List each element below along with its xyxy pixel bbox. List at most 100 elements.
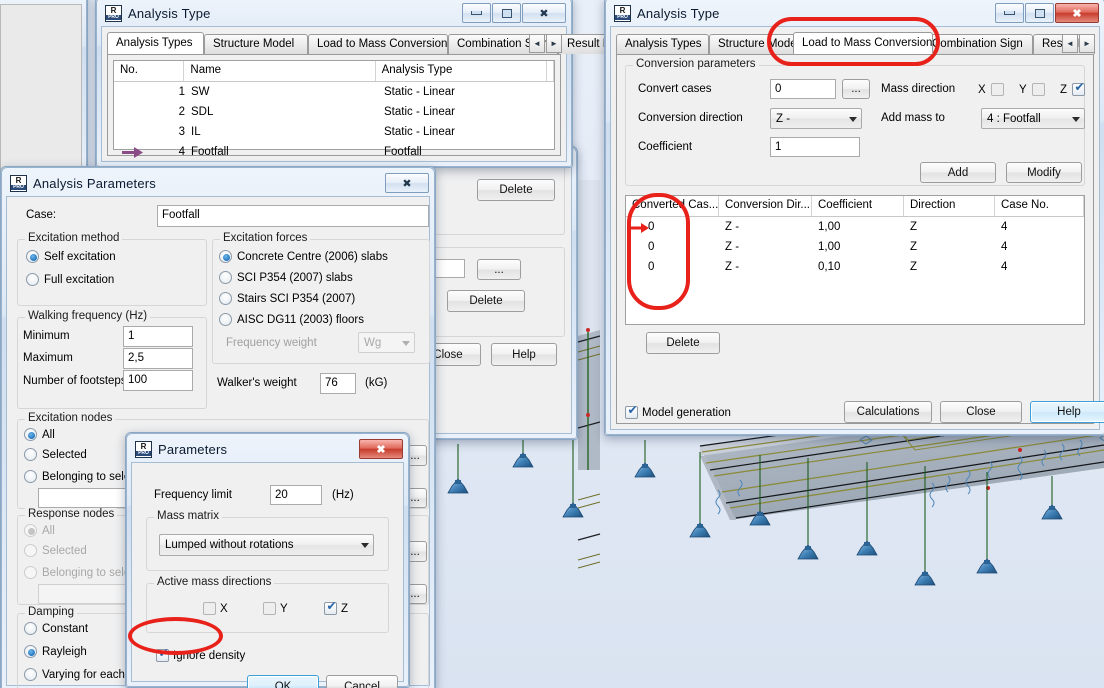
radio-dot bbox=[24, 566, 37, 579]
tab-scroll-left-button[interactable]: ◄ bbox=[529, 34, 545, 53]
tab-load-to-mass-conversion[interactable]: Load to Mass Conversion bbox=[793, 32, 933, 54]
tab-combination-sign[interactable]: Combination Sign bbox=[923, 34, 1033, 54]
minimize-button[interactable] bbox=[462, 3, 491, 23]
maximize-button[interactable] bbox=[1025, 3, 1054, 23]
frequency-limit-input[interactable]: 20 bbox=[270, 485, 322, 505]
hidden-dialog-behind: Delete ... Delete Close Help bbox=[285, 146, 578, 440]
table-row[interactable]: 0 Z - 1,00 Z 4 bbox=[626, 217, 1084, 237]
cell-converted-case: 0 bbox=[648, 261, 655, 273]
number-of-footsteps-input[interactable]: 100 bbox=[123, 370, 193, 391]
tab-analysis-types[interactable]: Analysis Types bbox=[616, 34, 709, 54]
radio-excitation-nodes-all[interactable]: All bbox=[24, 428, 55, 441]
minimize-button[interactable] bbox=[995, 3, 1024, 23]
help-button[interactable]: Help bbox=[1030, 401, 1104, 423]
minimum-input[interactable]: 1 bbox=[123, 326, 193, 347]
tab-label: Analysis Types bbox=[625, 38, 702, 50]
tab-scroll-right-button[interactable]: ► bbox=[1079, 34, 1095, 53]
column-analysis-type[interactable]: Analysis Type bbox=[376, 61, 548, 81]
radio-self-excitation[interactable]: Self excitation bbox=[26, 250, 116, 263]
close-button[interactable]: ✖ bbox=[385, 173, 429, 193]
radio-damping-rayleigh[interactable]: Rayleigh bbox=[24, 645, 87, 658]
excitation-forces-legend: Excitation forces bbox=[220, 232, 311, 244]
radio-concrete-centre-2006-slabs[interactable]: Concrete Centre (2006) slabs bbox=[219, 250, 388, 263]
frequency-weight-select[interactable]: Wg bbox=[358, 332, 415, 353]
column-direction[interactable]: Direction bbox=[904, 196, 995, 216]
analysis-type-window-back[interactable]: R PRO Analysis Type ✖ Analysis Types Stru… bbox=[95, 0, 624, 168]
maximize-button[interactable] bbox=[492, 3, 521, 23]
tab-scroll-left-button[interactable]: ◄ bbox=[1062, 34, 1078, 53]
checkbox-box bbox=[1031, 83, 1045, 96]
hidden-delete-button-1[interactable]: Delete bbox=[477, 179, 555, 201]
close-button[interactable]: ✖ bbox=[359, 439, 403, 459]
titlebar-analysis-type-front[interactable]: R PRO Analysis Type ✖ bbox=[610, 1, 1100, 25]
hidden-help-button[interactable]: Help bbox=[491, 343, 557, 366]
active-mass-x-checkbox[interactable]: X bbox=[203, 602, 228, 615]
close-button[interactable]: ✖ bbox=[522, 3, 566, 23]
radio-label: Concrete Centre (2006) slabs bbox=[237, 250, 388, 263]
walkers-weight-input[interactable]: 76 bbox=[320, 373, 356, 394]
hidden-browse-button[interactable]: ... bbox=[477, 259, 521, 280]
radio-full-excitation[interactable]: Full excitation bbox=[26, 273, 114, 286]
table-row[interactable]: 3 IL Static - Linear bbox=[114, 122, 554, 142]
close-button-bottom[interactable]: Close bbox=[940, 401, 1022, 423]
analysis-type-window-front[interactable]: R PRO Analysis Type ✖ Analysis Types Stru… bbox=[604, 0, 1104, 436]
tab-load-to-mass-conversion[interactable]: Load to Mass Conversion bbox=[308, 34, 448, 54]
mass-direction-y-checkbox[interactable]: Y bbox=[1019, 83, 1045, 96]
ok-button[interactable]: OK bbox=[247, 675, 319, 688]
cell-name: IL bbox=[191, 126, 201, 138]
close-button[interactable]: ✖ bbox=[1055, 3, 1099, 23]
radio-aisc-dg11-2003-floors[interactable]: AISC DG11 (2003) floors bbox=[219, 313, 364, 326]
titlebar-analysis-parameters[interactable]: R PRO Analysis Parameters ✖ bbox=[6, 171, 430, 195]
tab-structure-model[interactable]: Structure Model bbox=[204, 34, 308, 54]
maximum-input[interactable]: 2,5 bbox=[123, 348, 193, 369]
column-conversion-direction[interactable]: Conversion Dir... bbox=[719, 196, 812, 216]
cell-conversion-direction: Z - bbox=[725, 221, 740, 233]
table-row[interactable]: 1 SW Static - Linear bbox=[114, 82, 554, 102]
column-spacer bbox=[547, 61, 555, 81]
tab-analysis-types[interactable]: Analysis Types bbox=[107, 32, 204, 54]
delete-button[interactable]: Delete bbox=[646, 332, 720, 354]
column-converted-case[interactable]: Converted Cas... bbox=[626, 196, 719, 216]
column-case-no[interactable]: Case No. bbox=[995, 196, 1084, 216]
modify-button[interactable]: Modify bbox=[1006, 162, 1082, 183]
table-row[interactable]: 0 Z - 0,10 Z 4 bbox=[626, 257, 1084, 277]
add-button[interactable]: Add bbox=[920, 162, 996, 183]
mass-direction-z-checkbox[interactable]: Z bbox=[1060, 81, 1086, 96]
ignore-density-checkbox[interactable]: Ignore density bbox=[156, 647, 245, 662]
analysis-types-grid[interactable]: No. Name Analysis Type 1 SW Static - Lin… bbox=[113, 60, 555, 158]
radio-dot bbox=[24, 622, 37, 635]
radio-response-nodes-selected[interactable]: Selected bbox=[24, 544, 87, 557]
radio-damping-constant[interactable]: Constant bbox=[24, 622, 88, 635]
calculations-button[interactable]: Calculations bbox=[844, 401, 932, 423]
coefficient-input[interactable]: 1 bbox=[770, 137, 860, 157]
active-mass-z-checkbox[interactable]: Z bbox=[324, 600, 348, 615]
conversion-direction-select[interactable]: Z - bbox=[770, 108, 862, 129]
model-generation-checkbox[interactable]: Model generation bbox=[625, 404, 731, 419]
radio-stairs-sci-p354-2007[interactable]: Stairs SCI P354 (2007) bbox=[219, 292, 355, 305]
walking-frequency-group: Walking frequency (Hz) Minimum 1 Maximum… bbox=[17, 310, 207, 409]
titlebar-parameters[interactable]: R PRO Parameters ✖ bbox=[131, 437, 404, 461]
tab-label: Structure Model bbox=[718, 38, 800, 50]
cancel-button[interactable]: Cancel bbox=[326, 675, 398, 688]
table-row[interactable]: 2 SDL Static - Linear bbox=[114, 102, 554, 122]
add-mass-to-select[interactable]: 4 : Footfall bbox=[981, 108, 1085, 129]
convert-cases-input[interactable]: 0 bbox=[770, 79, 836, 99]
mass-direction-x-checkbox[interactable]: X bbox=[978, 83, 1004, 96]
conversion-table[interactable]: Converted Cas... Conversion Dir... Coeff… bbox=[625, 195, 1085, 325]
convert-cases-browse-button[interactable]: ... bbox=[842, 79, 870, 99]
case-input[interactable]: Footfall bbox=[157, 205, 429, 227]
radio-sci-p354-2007-slabs[interactable]: SCI P354 (2007) slabs bbox=[219, 271, 353, 284]
table-row[interactable]: 4 Footfall Footfall bbox=[114, 142, 554, 162]
column-coefficient[interactable]: Coefficient bbox=[812, 196, 904, 216]
mass-matrix-select[interactable]: Lumped without rotations bbox=[159, 534, 374, 556]
active-mass-y-checkbox[interactable]: Y bbox=[263, 602, 288, 615]
hidden-delete-button-2[interactable]: Delete bbox=[447, 290, 525, 312]
radio-response-nodes-all[interactable]: All bbox=[24, 524, 55, 537]
column-no[interactable]: No. bbox=[114, 61, 185, 81]
radio-excitation-nodes-selected[interactable]: Selected bbox=[24, 448, 87, 461]
parameters-dialog[interactable]: R PRO Parameters ✖ Frequency limit 20 (Hz… bbox=[125, 432, 410, 688]
titlebar-analysis-type-back[interactable]: R PRO Analysis Type ✖ bbox=[101, 1, 567, 25]
column-name[interactable]: Name bbox=[184, 61, 376, 81]
tab-scroll-right-button[interactable]: ► bbox=[546, 34, 562, 53]
table-row[interactable]: 0 Z - 1,00 Z 4 bbox=[626, 237, 1084, 257]
